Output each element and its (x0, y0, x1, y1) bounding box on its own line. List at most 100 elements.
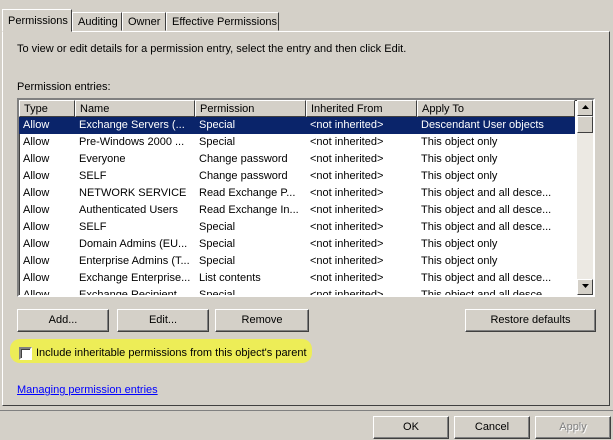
cell-apply-to: Descendant User objects (417, 117, 575, 134)
cell-inherited-from: <not inherited> (310, 272, 384, 284)
cell-permission: Read Exchange In... (199, 204, 299, 216)
scroll-thumb[interactable] (577, 116, 593, 133)
tab-owner-label: Owner (128, 16, 161, 28)
cancel-button[interactable]: Cancel (454, 416, 530, 439)
cell-name: Authenticated Users (79, 204, 179, 216)
table-row[interactable]: Allow SELF Special <not inherited> This obje… (19, 219, 575, 236)
table-row[interactable]: Allow Pre-Windows 2000 ... Special <not inh… (19, 134, 575, 151)
permission-entries-label: Permission entries: (17, 81, 111, 93)
cell-inherited-from: <not inherited> (310, 153, 384, 165)
remove-button[interactable]: Remove (215, 309, 309, 332)
cell-type: Allow (23, 255, 50, 267)
cell-type: Allow (23, 187, 50, 199)
cell-name: Exchange Servers (... (75, 117, 195, 134)
cell-name: NETWORK SERVICE (79, 187, 187, 199)
cell-apply-to: This object only (421, 153, 498, 165)
cell-apply-to: This object and all desce... (421, 187, 552, 199)
table-row[interactable]: Allow Exchange Recipient ... Special <not i… (19, 287, 575, 297)
cell-inherited-from: <not inherited> (310, 289, 384, 297)
cell-apply-to: This object only (421, 255, 498, 267)
cell-name: Everyone (79, 153, 126, 165)
cell-apply-to: This object only (421, 238, 498, 250)
cell-inherited-from: <not inherited> (310, 136, 384, 148)
table-row[interactable]: Allow Authenticated Users Read Exchange In… (19, 202, 575, 219)
apply-button[interactable]: Apply (535, 416, 611, 439)
cell-permission: Special (199, 221, 236, 233)
cell-permission: Special (199, 238, 236, 250)
cell-inherited-from: <not inherited> (310, 170, 384, 182)
cell-name: Pre-Windows 2000 ... (79, 136, 185, 148)
inherit-permissions-label[interactable]: Include inheritable permissions from thi… (36, 347, 307, 359)
cell-type: Allow (23, 153, 50, 165)
cancel-button-label: Cancel (474, 421, 510, 433)
tab-effective-permissions-label: Effective Permissions (172, 16, 277, 28)
cell-permission: Special (195, 117, 306, 134)
cell-inherited-from: <not inherited> (306, 117, 417, 134)
table-row[interactable]: Allow Exchange Servers (... Special <not in… (19, 117, 575, 134)
tab-effective-permissions[interactable]: Effective Permissions (166, 12, 279, 31)
list-header: Type Name Permission Inherited From Appl… (19, 100, 575, 117)
table-row[interactable]: Allow Domain Admins (EU... Special <not inh… (19, 236, 575, 253)
scroll-up-button[interactable] (577, 100, 593, 116)
table-row[interactable]: Allow SELF Change password <not inherited> T… (19, 168, 575, 185)
cell-permission: Read Exchange P... (199, 187, 296, 199)
cell-apply-to: This object and all desce... (421, 289, 552, 297)
table-row[interactable]: Allow Exchange Enterprise... List contents… (19, 270, 575, 287)
cell-type: Allow (23, 238, 50, 250)
column-header-permission[interactable]: Permission (195, 100, 306, 117)
cell-inherited-from: <not inherited> (310, 255, 384, 267)
edit-button-label: Edit... (148, 314, 178, 326)
table-row[interactable]: Allow Everyone Change password <not inherit… (19, 151, 575, 168)
cell-type: Allow (23, 136, 50, 148)
cell-permission: List contents (199, 272, 261, 284)
cell-apply-to: This object and all desce... (421, 204, 552, 216)
inherit-permissions-checkbox[interactable] (19, 347, 32, 360)
restore-defaults-button[interactable]: Restore defaults (465, 309, 596, 332)
cell-permission: Special (199, 255, 236, 267)
cell-name: Enterprise Admins (T... (79, 255, 190, 267)
table-row[interactable]: Allow Enterprise Admins (T... Special <not … (19, 253, 575, 270)
restore-defaults-label: Restore defaults (490, 314, 571, 326)
cell-apply-to: This object and all desce... (421, 221, 552, 233)
column-header-name[interactable]: Name (75, 100, 195, 117)
ok-button-label: OK (403, 421, 419, 433)
column-header-apply-to[interactable]: Apply To (417, 100, 575, 117)
cell-apply-to: This object and all desce... (421, 272, 552, 284)
column-header-type[interactable]: Type (19, 100, 75, 117)
cell-inherited-from: <not inherited> (310, 238, 384, 250)
scroll-down-button[interactable] (577, 279, 593, 295)
arrow-down-icon (581, 284, 589, 288)
divider (0, 410, 613, 411)
cell-type: Allow (23, 289, 50, 297)
cell-name: Domain Admins (EU... (79, 238, 188, 250)
cell-name: SELF (79, 170, 107, 182)
add-button[interactable]: Add... (17, 309, 109, 332)
vertical-scrollbar[interactable] (577, 100, 593, 295)
cell-apply-to: This object only (421, 170, 498, 182)
cell-permission: Change password (199, 170, 288, 182)
arrow-up-icon (581, 105, 589, 109)
cell-type: Allow (23, 204, 50, 216)
apply-button-label: Apply (559, 421, 587, 433)
tab-permissions[interactable]: Permissions (2, 9, 72, 32)
cell-permission: Change password (199, 153, 288, 165)
add-button-label: Add... (48, 314, 78, 326)
cell-name: Exchange Recipient ... (79, 289, 190, 297)
tab-owner[interactable]: Owner (122, 12, 166, 31)
cell-type: Allow (19, 117, 75, 134)
cell-name: SELF (79, 221, 107, 233)
table-row[interactable]: Allow NETWORK SERVICE Read Exchange P... <n… (19, 185, 575, 202)
remove-button-label: Remove (241, 314, 283, 326)
cell-apply-to: This object only (421, 136, 498, 148)
ok-button[interactable]: OK (373, 416, 449, 439)
permission-entries-list[interactable]: Type Name Permission Inherited From Appl… (17, 98, 595, 297)
instructions-text: To view or edit details for a permission… (17, 43, 407, 55)
tab-auditing-label: Auditing (78, 16, 118, 28)
edit-button[interactable]: Edit... (117, 309, 209, 332)
column-header-inherited-from[interactable]: Inherited From (306, 100, 417, 117)
cell-type: Allow (23, 272, 50, 284)
cell-name: Exchange Enterprise... (79, 272, 191, 284)
tab-auditing[interactable]: Auditing (72, 12, 122, 31)
cell-inherited-from: <not inherited> (310, 187, 384, 199)
managing-permission-entries-link[interactable]: Managing permission entries (17, 384, 158, 396)
